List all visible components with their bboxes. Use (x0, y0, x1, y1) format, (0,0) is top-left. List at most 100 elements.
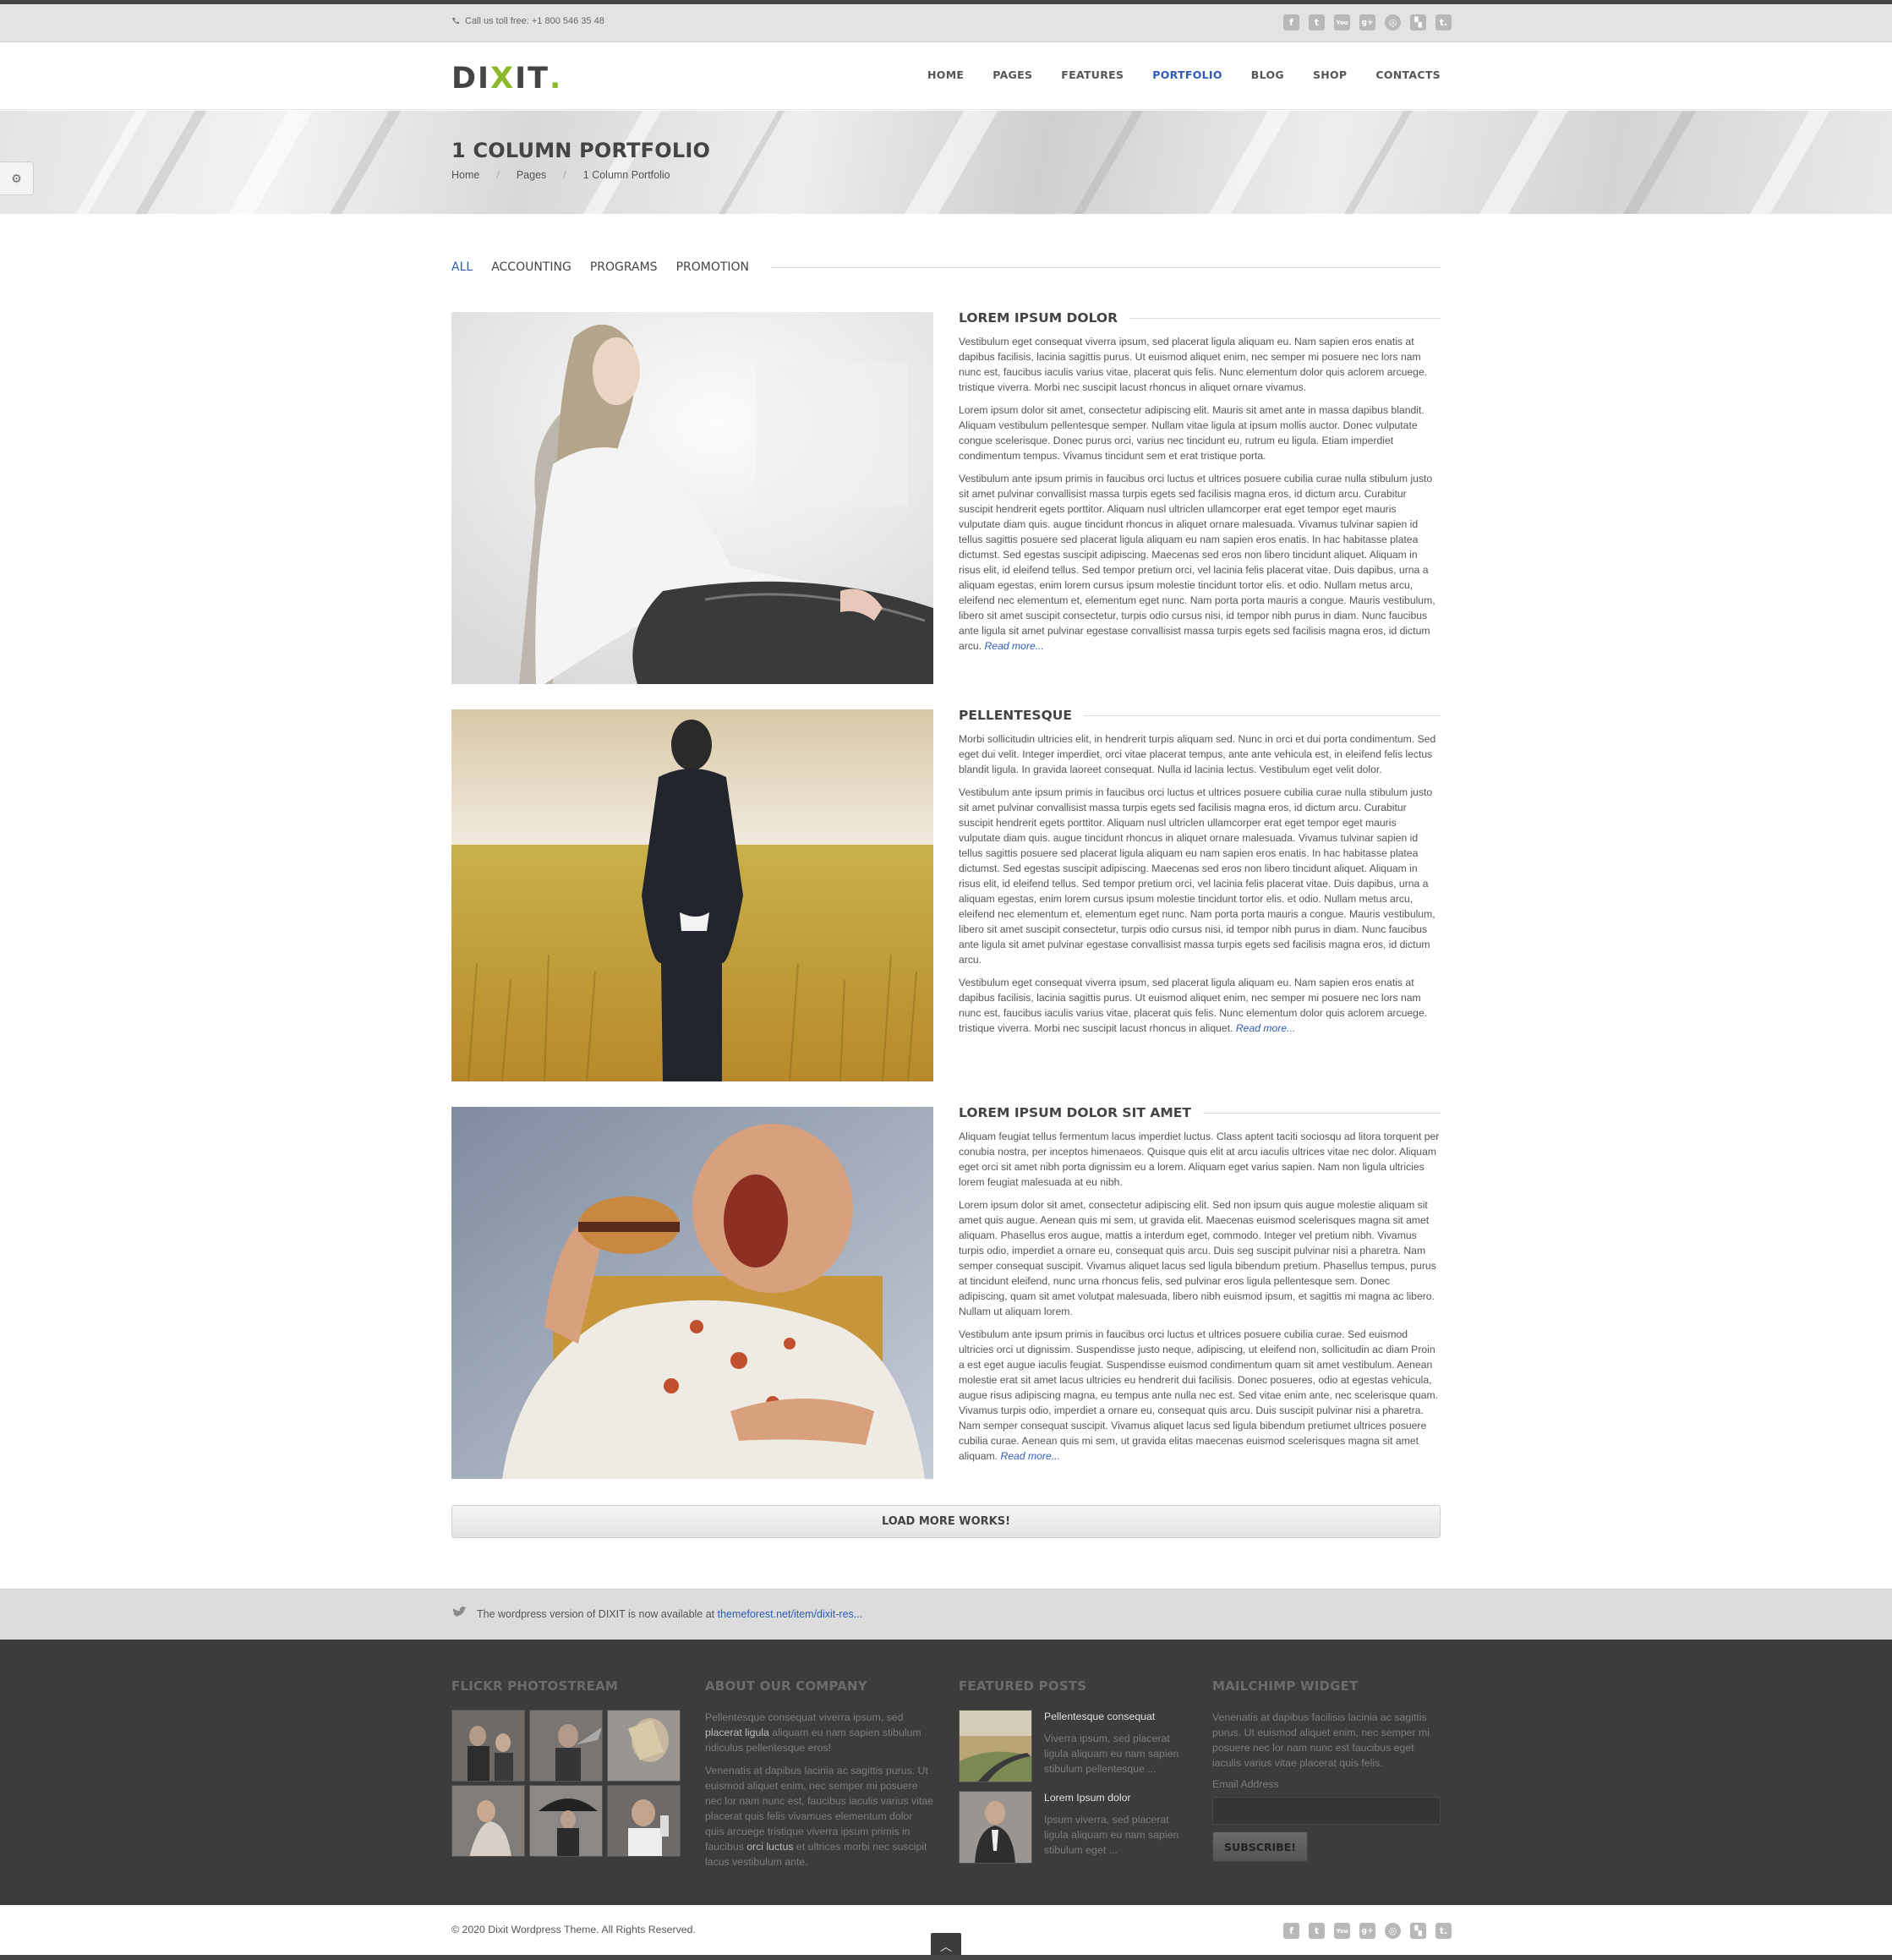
tweet-message: The wordpress version of DIXIT is now av… (477, 1608, 718, 1620)
read-more-link[interactable]: Read more... (1236, 1022, 1295, 1034)
flickr-title: FLICKR PHOTOSTREAM (451, 1678, 619, 1694)
phone-text: Call us toll free: +1 800 546 35 48 (465, 16, 604, 26)
portfolio-text: LOREM IPSUM DOLOR SIT AMET Aliquam feugi… (959, 1105, 1441, 1471)
dribbble-icon[interactable]: ◎ (1385, 1923, 1401, 1939)
filter-accounting[interactable]: ACCOUNTING (491, 260, 571, 274)
dribbble-icon[interactable]: ◎ (1385, 14, 1401, 30)
item-paragraph: Aliquam feugiat tellus fermentum lacus i… (959, 1131, 1440, 1188)
top-bar (0, 4, 1892, 42)
filter-promotion[interactable]: PROMOTION (676, 260, 749, 274)
portfolio-image-man-burger[interactable] (451, 1107, 933, 1479)
filter-all[interactable]: ALL (451, 260, 473, 274)
item-paragraph-text: Vestibulum ante ipsum primis in faucibus… (959, 1328, 1439, 1462)
portfolio-text: PELLENTESQUE Morbi sollicitudin ultricie… (959, 708, 1441, 1043)
item-paragraph: Lorem ipsum dolor sit amet, consectetur … (959, 404, 1424, 462)
tweet-text: The wordpress version of DIXIT is now av… (477, 1608, 862, 1620)
about-title: ABOUT OUR COMPANY (705, 1678, 867, 1694)
footer-flickr: FLICKR PHOTOSTREAM (451, 1678, 681, 1857)
title-rule (1129, 317, 1441, 319)
google-plus-icon[interactable]: g+ (1359, 1923, 1375, 1939)
featured-post-desc: Ipsum viverra, sed placerat ligula aliqu… (1044, 1814, 1179, 1856)
portfolio-item: LOREM IPSUM DOLOR Vestibulum eget conseq… (451, 310, 1441, 684)
footer-about: ABOUT OUR COMPANY Pellentesque consequat… (705, 1678, 933, 1877)
featured-post-desc: Viverra ipsum, sed placerat ligula aliqu… (1044, 1733, 1179, 1775)
delicious-icon[interactable]: ▚ (1410, 14, 1426, 30)
tweet-link[interactable]: themeforest.net/item/dixit-res... (718, 1608, 863, 1620)
read-more-link[interactable]: Read more... (985, 640, 1044, 652)
main-nav: HOME PAGES FEATURES PORTFOLIO BLOG SHOP … (927, 68, 1441, 81)
tumblr-icon[interactable]: t. (1435, 1923, 1452, 1939)
nav-pages[interactable]: PAGES (992, 68, 1032, 81)
about-text: Venenatis at dapibus lacinia ac sagittis… (705, 1765, 933, 1853)
tumblr-icon[interactable]: t. (1435, 14, 1452, 30)
item-paragraph: Morbi sollicitudin ultricies elit, in he… (959, 733, 1436, 775)
facebook-icon[interactable]: f (1283, 14, 1299, 30)
filter-divider (771, 266, 1441, 268)
facebook-icon[interactable]: f (1283, 1923, 1299, 1939)
featured-post[interactable]: Pellentesque consequat Viverra ipsum, se… (959, 1710, 1187, 1782)
flickr-thumb[interactable] (451, 1785, 525, 1857)
bottom-strip (0, 1955, 1892, 1960)
title-rule (1202, 1112, 1441, 1114)
load-more-button[interactable]: LOAD MORE WORKS! (451, 1505, 1441, 1538)
youtube-icon[interactable]: You (1334, 14, 1350, 30)
filter-programs[interactable]: PROGRAMS (590, 260, 658, 274)
bottom-social-icons: f t You g+ ◎ ▚ t. (1283, 1923, 1452, 1939)
nav-contacts[interactable]: CONTACTS (1375, 68, 1441, 81)
item-paragraph-text: Vestibulum eget consequat viverra ipsum,… (959, 977, 1428, 1034)
nav-portfolio[interactable]: PORTFOLIO (1152, 68, 1222, 81)
read-more-link[interactable]: Read more... (1000, 1450, 1059, 1462)
footer-featured-posts: FEATURED POSTS Pellentesque consequat Vi… (959, 1678, 1187, 1872)
logo-part-x: X (490, 62, 516, 96)
google-plus-icon[interactable]: g+ (1359, 14, 1375, 30)
portfolio-image-woman[interactable] (451, 312, 933, 684)
tweet-bar (0, 1589, 1892, 1640)
youtube-icon[interactable]: You (1334, 1923, 1350, 1939)
twitter-icon[interactable]: t (1309, 14, 1325, 30)
item-paragraph: Vestibulum ante ipsum primis in faucibus… (959, 471, 1441, 654)
item-paragraph: Vestibulum eget consequat viverra ipsum,… (959, 336, 1428, 393)
twitter-bird-icon (452, 1607, 467, 1617)
flickr-thumb[interactable] (607, 1785, 681, 1857)
featured-post-title[interactable]: Lorem Ipsum dolor (1044, 1791, 1187, 1804)
nav-features[interactable]: FEATURES (1061, 68, 1124, 81)
item-title-text[interactable]: PELLENTESQUE (959, 708, 1072, 723)
featured-post-image[interactable] (959, 1791, 1032, 1864)
portfolio-text: LOREM IPSUM DOLOR Vestibulum eget conseq… (959, 310, 1441, 661)
breadcrumb-pages[interactable]: Pages (517, 169, 546, 181)
featured-title: FEATURED POSTS (959, 1678, 1087, 1694)
twitter-icon[interactable]: t (1309, 1923, 1325, 1939)
portfolio-item-title: PELLENTESQUE (959, 708, 1441, 723)
phone-icon (452, 18, 459, 25)
flickr-thumb[interactable] (529, 1785, 603, 1857)
footer-mailchimp: MAILCHIMP WIDGET Venenatis at dapibus fa… (1212, 1678, 1441, 1862)
email-field[interactable] (1212, 1797, 1441, 1825)
style-switcher-gear-icon[interactable]: ⚙ (0, 162, 34, 195)
copyright: © 2020 Dixit Wordpress Theme. All Rights… (451, 1924, 696, 1935)
featured-post[interactable]: Lorem Ipsum dolor Ipsum viverra, sed pla… (959, 1791, 1187, 1864)
delicious-icon[interactable]: ▚ (1410, 1923, 1426, 1939)
nav-shop[interactable]: SHOP (1313, 68, 1347, 81)
site-logo[interactable]: DI X IT. (451, 62, 562, 96)
portfolio-image-man-field[interactable] (451, 709, 933, 1081)
flickr-thumb[interactable] (607, 1710, 681, 1782)
phone-info: Call us toll free: +1 800 546 35 48 (451, 16, 604, 26)
portfolio-item: PELLENTESQUE Morbi sollicitudin ultricie… (451, 708, 1441, 1081)
mailchimp-text: Venenatis at dapibus facilisis lacinia a… (1212, 1711, 1430, 1769)
item-title-text[interactable]: LOREM IPSUM DOLOR SIT AMET (959, 1105, 1191, 1120)
flickr-thumb[interactable] (451, 1710, 525, 1782)
flickr-thumb[interactable] (529, 1710, 603, 1782)
item-title-text[interactable]: LOREM IPSUM DOLOR (959, 310, 1118, 326)
featured-post-title[interactable]: Pellentesque consequat (1044, 1710, 1187, 1723)
portfolio-item: LOREM IPSUM DOLOR SIT AMET Aliquam feugi… (451, 1105, 1441, 1479)
about-highlight: placerat ligula (705, 1727, 769, 1738)
item-paragraph-text: Vestibulum ante ipsum primis in faucibus… (959, 473, 1435, 652)
nav-home[interactable]: HOME (927, 68, 964, 81)
nav-blog[interactable]: BLOG (1251, 68, 1284, 81)
breadcrumb-home[interactable]: Home (451, 169, 479, 181)
item-paragraph: Vestibulum ante ipsum primis in faucibus… (959, 1327, 1441, 1464)
subscribe-button[interactable]: SUBSCRIBE! (1212, 1831, 1308, 1862)
top-social-icons: f t You g+ ◎ ▚ t. (1283, 14, 1452, 30)
featured-post-image[interactable] (959, 1710, 1032, 1782)
logo-part-c: IT (515, 62, 550, 96)
